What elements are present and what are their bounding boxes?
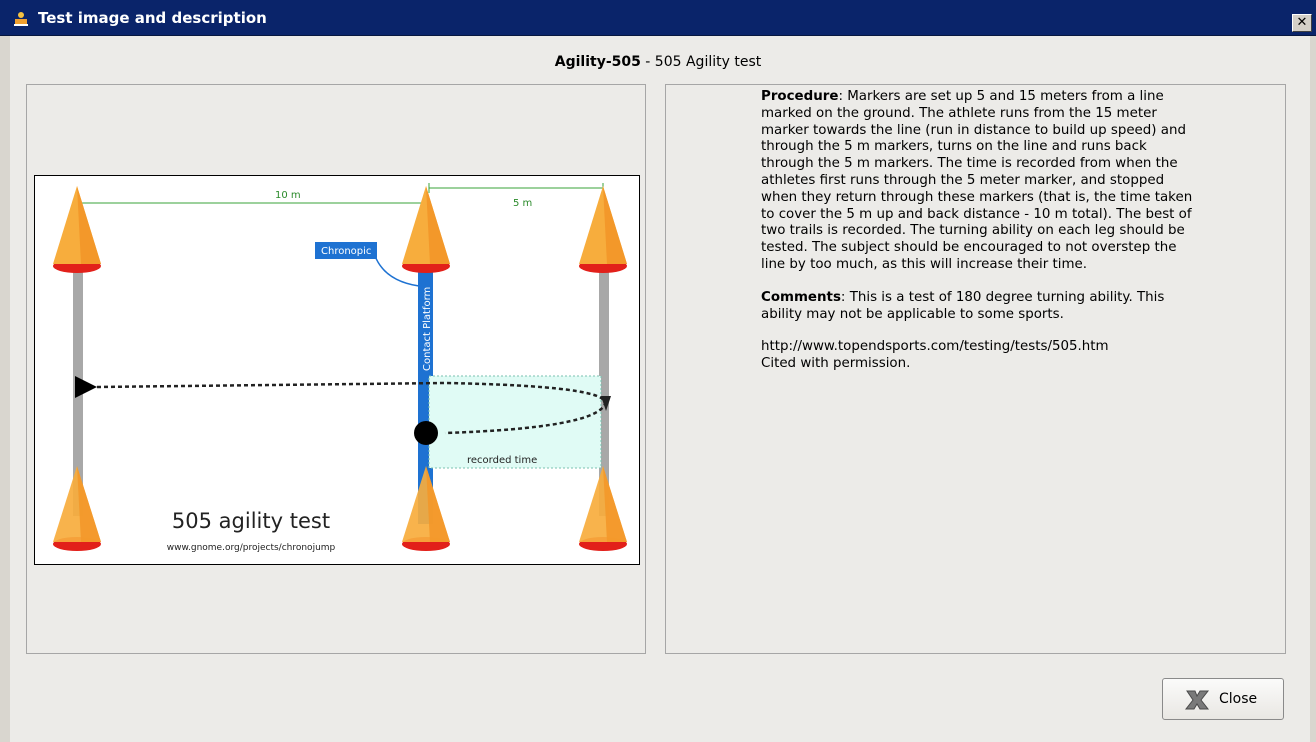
chronopic-label: Chronopic bbox=[321, 246, 371, 257]
contact-platform-label: Contact Platform bbox=[422, 287, 433, 371]
procedure-paragraph: Procedure: Markers are set up 5 and 15 m… bbox=[761, 89, 1201, 274]
window-title: Test image and description bbox=[38, 9, 267, 27]
recorded-time-label: recorded time bbox=[467, 455, 537, 466]
test-name: - 505 Agility test bbox=[640, 54, 762, 70]
procedure-text: : Markers are set up 5 and 15 meters fro… bbox=[761, 89, 1193, 272]
window-close-button[interactable]: ✕ bbox=[1292, 14, 1312, 32]
cone-bottom-right bbox=[579, 466, 627, 551]
cone-top-left bbox=[53, 186, 101, 273]
label-5m: 5 m bbox=[513, 198, 532, 209]
test-code: Agility-505 bbox=[554, 54, 641, 70]
start-arrow bbox=[75, 376, 97, 398]
close-button-label: Close bbox=[1219, 691, 1258, 707]
close-x-icon bbox=[1184, 690, 1210, 710]
procedure-label: Procedure bbox=[761, 89, 839, 104]
window-frame-right bbox=[1310, 36, 1316, 742]
caption-url: www.gnome.org/projects/chronojump bbox=[167, 543, 336, 553]
test-diagram-image: 10 m 5 m Contact Platform recorded time … bbox=[34, 175, 640, 565]
cone-top-right bbox=[579, 186, 627, 273]
source-paragraph: http://www.topendsports.com/testing/test… bbox=[761, 339, 1201, 373]
diagram-svg: 10 m 5 m Contact Platform recorded time … bbox=[53, 183, 627, 553]
cone-top-middle bbox=[402, 186, 450, 273]
description-text: Procedure: Markers are set up 5 and 15 m… bbox=[761, 89, 1201, 389]
comments-label: Comments bbox=[761, 289, 841, 305]
close-button[interactable]: Close bbox=[1162, 678, 1284, 720]
image-panel: 10 m 5 m Contact Platform recorded time … bbox=[26, 84, 646, 654]
app-icon bbox=[14, 12, 28, 26]
title-bar: Test image and description ✕ bbox=[0, 0, 1316, 36]
cone-bottom-left bbox=[53, 466, 101, 551]
source-url: http://www.topendsports.com/testing/test… bbox=[761, 339, 1109, 355]
citation: Cited with permission. bbox=[761, 356, 911, 372]
caption-title: 505 agility test bbox=[172, 509, 330, 533]
close-icon: ✕ bbox=[1296, 15, 1308, 30]
cone-bottom-middle bbox=[402, 466, 450, 551]
test-heading: Agility-505 - 505 Agility test bbox=[0, 54, 1316, 70]
description-panel: Procedure: Markers are set up 5 and 15 m… bbox=[665, 84, 1286, 654]
comments-paragraph: Comments: This is a test of 180 degree t… bbox=[761, 290, 1201, 324]
finish-dot bbox=[414, 421, 438, 445]
label-10m: 10 m bbox=[275, 190, 301, 201]
window-frame-left bbox=[0, 36, 10, 742]
